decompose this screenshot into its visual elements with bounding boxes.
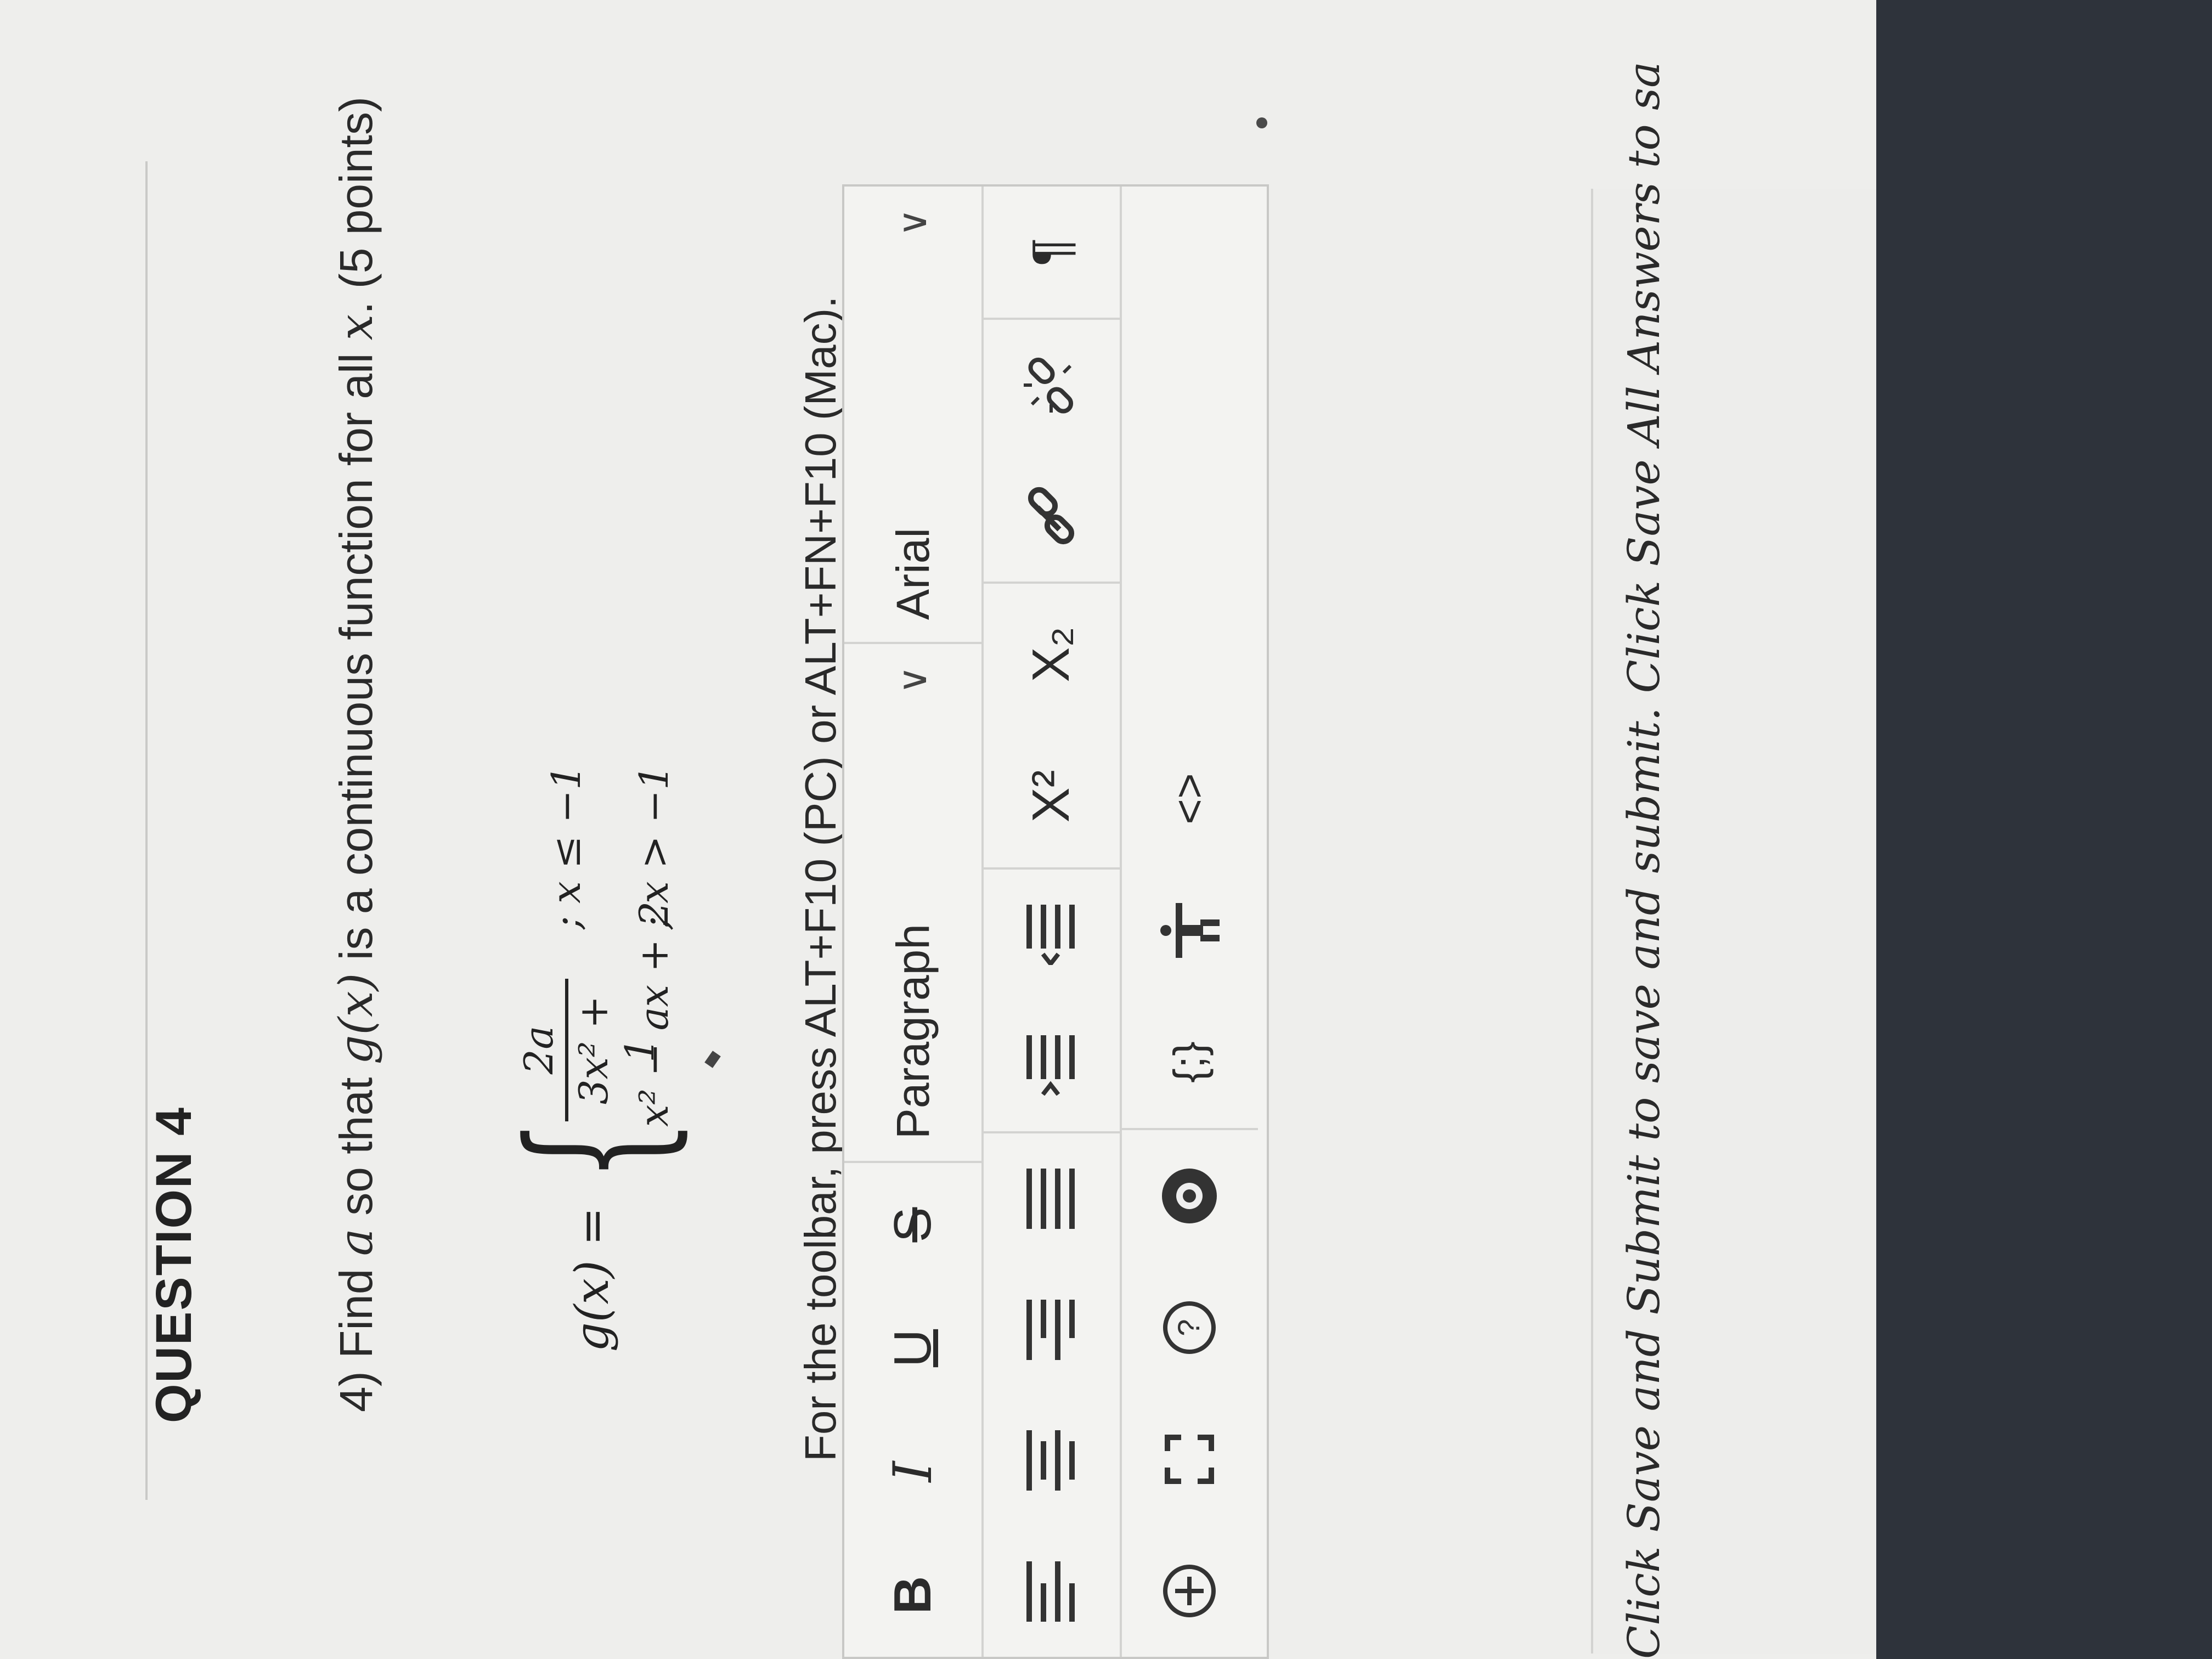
underline-button[interactable]: U	[844, 1286, 981, 1410]
toolbar-separator	[983, 1131, 1120, 1133]
toolbar-row-2: X² X₂ ¶	[983, 187, 1122, 1657]
prompt-mid: so that	[330, 1064, 382, 1229]
svg-text:?: ?	[1171, 1319, 1206, 1336]
case1-condition: ; x ≤ −1	[543, 765, 589, 929]
screen-dust	[1256, 117, 1267, 128]
chevron-down-icon: ∨	[891, 208, 934, 237]
equation-lhs: g(x) =	[565, 1207, 619, 1352]
question-sheet: QUESTION 4 4) Find a so that g(x) is a c…	[0, 0, 1887, 1659]
toolbar-hint: For the toolbar, press ALT+F10 (PC) or A…	[796, 296, 845, 1462]
html-embed-icon[interactable]: {;}	[1121, 996, 1258, 1128]
outdent-icon[interactable]	[983, 870, 1120, 1001]
justify-icon[interactable]	[983, 1133, 1120, 1265]
prompt-var-a: a	[329, 1228, 383, 1256]
toolbar-separator	[844, 1161, 981, 1163]
prompt-mid2: is a continuous function for all	[330, 340, 382, 973]
fullscreen-icon[interactable]	[1121, 1393, 1258, 1525]
paragraph-dropdown[interactable]: Paragraph ∨	[844, 644, 981, 1161]
add-content-icon[interactable]	[1121, 1525, 1258, 1657]
prompt-gx: g(x)	[329, 973, 383, 1065]
toolbar-separator	[983, 317, 1120, 320]
rotated-page: QUESTION 4 4) Find a so that g(x) is a c…	[0, 0, 2212, 1659]
superscript-button[interactable]: X²	[983, 725, 1120, 867]
align-center-icon[interactable]	[983, 1395, 1120, 1526]
toolbar-separator	[983, 867, 1120, 870]
toolbar-separator	[844, 642, 981, 644]
font-label: Arial	[887, 527, 939, 620]
question-prompt: 4) Find a so that g(x) is a continuous f…	[329, 97, 383, 1412]
footer-instruction: Click Save and Submit to save and submit…	[1618, 61, 1669, 1659]
unlink-icon[interactable]	[983, 320, 1120, 451]
case1-numerator: 2a	[516, 1025, 562, 1075]
prompt-suffix: . (5 points)	[330, 97, 382, 314]
toolbar-separator	[983, 581, 1120, 584]
toolbar-row-1: B I U S Paragraph ∨ Arial ∨	[844, 187, 984, 1657]
left-brace: {	[490, 1118, 701, 1182]
laptop-bezel	[1876, 0, 2212, 1659]
mouse-cursor-icon	[704, 1051, 721, 1068]
source-code-icon[interactable]: <>	[1121, 733, 1258, 865]
subscript-button[interactable]: X₂	[983, 584, 1120, 725]
question-title: QUESTION 4	[146, 1106, 202, 1423]
accessibility-icon[interactable]	[1121, 865, 1258, 996]
toolbar-separator	[1121, 1128, 1258, 1130]
font-dropdown[interactable]: Arial ∨	[844, 187, 981, 642]
toolbar-row-3: ? {;} <>	[1121, 187, 1258, 1657]
show-blocks-button[interactable]: ¶	[983, 187, 1120, 318]
indent-icon[interactable]	[983, 1000, 1120, 1131]
paragraph-label: Paragraph	[887, 923, 939, 1139]
bold-button[interactable]: B	[844, 1533, 981, 1657]
rich-text-editor[interactable]: B I U S Paragraph ∨ Arial ∨ X² X₂ ¶ ? {;…	[842, 184, 1269, 1659]
help-icon[interactable]: ?	[1121, 1262, 1258, 1393]
link-icon[interactable]	[983, 450, 1120, 582]
align-right-icon[interactable]	[983, 1264, 1120, 1395]
align-left-icon[interactable]	[983, 1526, 1120, 1657]
case2-expression: x² − ax + 2	[631, 901, 677, 1127]
strikethrough-button[interactable]: S	[844, 1163, 981, 1286]
chevron-down-icon: ∨	[891, 665, 934, 694]
prompt-prefix: 4) Find	[330, 1256, 382, 1412]
preview-icon[interactable]	[1121, 1130, 1258, 1262]
prompt-var-x: x	[329, 314, 383, 341]
italic-button[interactable]: I	[844, 1410, 981, 1533]
case2-condition: ; x > −1	[631, 765, 677, 929]
piecewise-equation: g(x) = { 2a 3x² + 1 ; x ≤ −1 x² − ax + 2…	[490, 255, 701, 1352]
